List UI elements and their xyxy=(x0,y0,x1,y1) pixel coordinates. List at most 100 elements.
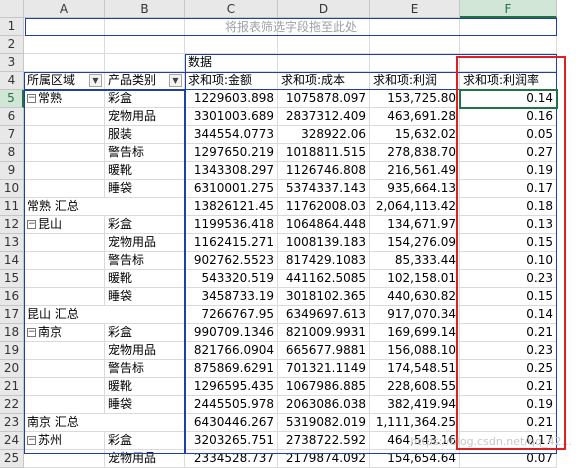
cost-cell[interactable]: 1126746.808 xyxy=(278,162,370,180)
profit-cell[interactable]: 2,064,113.42 xyxy=(370,198,460,216)
grid-cell[interactable] xyxy=(185,36,278,54)
category-cell[interactable]: 睡袋 xyxy=(105,288,185,306)
category-cell[interactable]: 睡袋 xyxy=(105,396,185,414)
margin-cell[interactable]: 0.17 xyxy=(460,180,557,198)
sales-cell[interactable]: 1199536.418 xyxy=(185,216,278,234)
row-header-9[interactable]: 9 xyxy=(0,162,24,180)
region-cell[interactable] xyxy=(24,234,105,252)
header-margin[interactable]: 求和项:利润率 xyxy=(460,72,557,90)
header-region[interactable]: 所属区域 ▼ xyxy=(24,72,105,90)
cost-cell[interactable]: 701321.1149 xyxy=(278,360,370,378)
profit-cell[interactable]: 1,111,364.25 xyxy=(370,414,460,432)
grid-cell[interactable] xyxy=(105,54,185,72)
row-header-11[interactable]: 11 xyxy=(0,198,24,216)
sales-cell[interactable]: 821766.0904 xyxy=(185,342,278,360)
row-header-25[interactable]: 25 xyxy=(0,450,24,468)
profit-cell[interactable]: 935,664.13 xyxy=(370,180,460,198)
sales-cell[interactable]: 1296595.435 xyxy=(185,378,278,396)
category-cell[interactable]: 暖靴 xyxy=(105,378,185,396)
sales-cell[interactable]: 2334528.737 xyxy=(185,450,278,468)
profit-cell[interactable]: 154,654.64 xyxy=(370,450,460,468)
region-cell[interactable] xyxy=(24,378,105,396)
profit-cell[interactable]: 174,548.51 xyxy=(370,360,460,378)
select-all-corner[interactable] xyxy=(0,0,24,18)
margin-cell[interactable]: 0.23 xyxy=(460,270,557,288)
cost-cell[interactable]: 6349697.613 xyxy=(278,306,370,324)
sales-cell[interactable]: 3458733.19 xyxy=(185,288,278,306)
cost-cell[interactable]: 328922.06 xyxy=(278,126,370,144)
margin-cell[interactable]: 0.15 xyxy=(460,234,557,252)
row-header-14[interactable]: 14 xyxy=(0,252,24,270)
category-cell[interactable]: 宠物用品 xyxy=(105,342,185,360)
column-header-f[interactable]: F xyxy=(460,0,557,18)
row-header-13[interactable]: 13 xyxy=(0,234,24,252)
row-header-10[interactable]: 10 xyxy=(0,180,24,198)
header-category[interactable]: 产品类别 ▼ xyxy=(105,72,185,90)
profit-cell[interactable]: 382,419.94 xyxy=(370,396,460,414)
collapse-icon[interactable]: − xyxy=(27,436,36,445)
cost-cell[interactable]: 1008139.183 xyxy=(278,234,370,252)
category-cell[interactable]: 宠物用品 xyxy=(105,108,185,126)
column-header-a[interactable]: A xyxy=(24,0,105,18)
row-header-2[interactable]: 2 xyxy=(0,36,24,54)
region-cell[interactable]: − 昆山 xyxy=(24,216,105,234)
sales-cell[interactable]: 344554.0773 xyxy=(185,126,278,144)
margin-cell[interactable]: 0.25 xyxy=(460,360,557,378)
category-cell[interactable]: 彩盒 xyxy=(105,90,185,108)
collapse-icon[interactable]: − xyxy=(27,220,36,229)
margin-cell[interactable]: 0.21 xyxy=(460,324,557,342)
row-header-22[interactable]: 22 xyxy=(0,396,24,414)
sales-cell[interactable]: 3301003.689 xyxy=(185,108,278,126)
cost-cell[interactable]: 817429.1083 xyxy=(278,252,370,270)
profit-cell[interactable]: 169,699.14 xyxy=(370,324,460,342)
cost-cell[interactable]: 2738722.592 xyxy=(278,432,370,450)
row-header-17[interactable]: 17 xyxy=(0,306,24,324)
cost-cell[interactable]: 665677.9881 xyxy=(278,342,370,360)
data-field-label[interactable]: 数据 xyxy=(185,54,557,72)
margin-cell[interactable]: 0.14 xyxy=(460,306,557,324)
grid-cell[interactable] xyxy=(460,36,557,54)
profit-cell[interactable]: 917,070.34 xyxy=(370,306,460,324)
row-header-20[interactable]: 20 xyxy=(0,360,24,378)
region-cell[interactable] xyxy=(24,450,105,468)
region-cell[interactable] xyxy=(24,144,105,162)
cost-cell[interactable]: 2179874.092 xyxy=(278,450,370,468)
profit-cell[interactable]: 15,632.02 xyxy=(370,126,460,144)
cost-cell[interactable]: 1075878.097 xyxy=(278,90,370,108)
collapse-icon[interactable]: − xyxy=(27,94,36,103)
grid-cell[interactable] xyxy=(370,36,460,54)
sales-cell[interactable]: 6430446.267 xyxy=(185,414,278,432)
grid-cell[interactable] xyxy=(24,36,105,54)
profit-cell[interactable]: 154,276.09 xyxy=(370,234,460,252)
row-header-12[interactable]: 12 xyxy=(0,216,24,234)
margin-cell[interactable]: 0.19 xyxy=(460,396,557,414)
region-cell[interactable]: − 苏州 xyxy=(24,432,105,450)
profit-cell[interactable]: 134,671.97 xyxy=(370,216,460,234)
row-header-18[interactable]: 18 xyxy=(0,324,24,342)
sales-cell[interactable]: 1162415.271 xyxy=(185,234,278,252)
column-header-d[interactable]: D xyxy=(278,0,370,18)
region-cell[interactable] xyxy=(24,126,105,144)
region-cell[interactable]: − 南京 xyxy=(24,324,105,342)
margin-cell[interactable]: 0.14 xyxy=(460,90,557,108)
region-cell[interactable]: − 常熟 xyxy=(24,90,105,108)
region-cell[interactable] xyxy=(24,288,105,306)
margin-cell[interactable]: 0.15 xyxy=(460,288,557,306)
category-cell[interactable]: 彩盒 xyxy=(105,216,185,234)
column-header-b[interactable]: B xyxy=(105,0,185,18)
profit-cell[interactable]: 216,561.49 xyxy=(370,162,460,180)
header-profit[interactable]: 求和项:利润 xyxy=(370,72,460,90)
category-cell[interactable]: 宠物用品 xyxy=(105,234,185,252)
cost-cell[interactable]: 821009.9931 xyxy=(278,324,370,342)
row-header-7[interactable]: 7 xyxy=(0,126,24,144)
margin-cell[interactable]: 0.21 xyxy=(460,414,557,432)
report-filter-drop-zone[interactable]: 将报表筛选字段拖至此处 xyxy=(25,18,557,36)
region-cell[interactable]: 常熟 汇总 xyxy=(24,198,185,216)
grid-cell[interactable] xyxy=(24,54,105,72)
margin-cell[interactable]: 0.10 xyxy=(460,252,557,270)
row-header-8[interactable]: 8 xyxy=(0,144,24,162)
header-sales[interactable]: 求和项:金额 xyxy=(185,72,278,90)
row-header-21[interactable]: 21 xyxy=(0,378,24,396)
sales-cell[interactable]: 2445505.978 xyxy=(185,396,278,414)
category-cell[interactable]: 警告标 xyxy=(105,252,185,270)
